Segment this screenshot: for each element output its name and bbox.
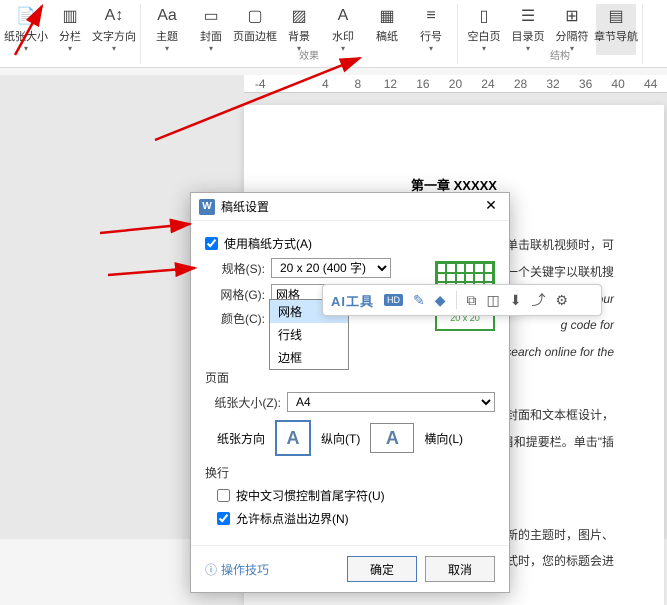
wrap-chk1[interactable] xyxy=(217,489,230,502)
ribbon-writing-paper[interactable]: ▦稿纸 xyxy=(367,4,407,55)
cancel-button[interactable]: 取消 xyxy=(425,556,495,582)
ok-button[interactable]: 确定 xyxy=(347,556,417,582)
orient-portrait[interactable]: A xyxy=(275,420,311,456)
paper-grid-icon: ▦ xyxy=(377,6,397,26)
pencil-icon[interactable]: ✎ xyxy=(413,292,425,309)
image-icon[interactable]: ⧉ xyxy=(467,292,477,309)
spec-label: 规格(S): xyxy=(205,260,265,277)
group-label-struct: 结构 xyxy=(550,47,570,62)
eraser-icon[interactable]: ◆ xyxy=(435,292,446,309)
spec-select[interactable]: 20 x 20 (400 字) xyxy=(271,258,391,278)
papersize-label: 纸张大小(Z): xyxy=(205,394,281,411)
bg-icon: ▨ xyxy=(289,6,309,26)
hd-badge[interactable]: HD xyxy=(384,294,403,306)
border-icon: ▢ xyxy=(245,6,265,26)
ribbon-columns[interactable]: ▥分栏▾ xyxy=(50,4,90,55)
dialog-titlebar[interactable]: W 稿纸设置 ✕ xyxy=(191,193,509,221)
wrap-chk2[interactable] xyxy=(217,512,230,525)
orient-landscape[interactable]: A xyxy=(370,423,414,453)
grid-option-border[interactable]: 边框 xyxy=(270,346,348,369)
writing-paper-dialog: W 稿纸设置 ✕ 使用稿纸方式(A) 规格(S): 20 x 20 (400 字… xyxy=(190,192,510,593)
app-icon: W xyxy=(199,199,215,215)
use-grid-label: 使用稿纸方式(A) xyxy=(224,235,312,252)
toc-icon: ☰ xyxy=(518,6,538,26)
share-icon[interactable]: ⤴ xyxy=(532,290,546,310)
crop-icon[interactable]: ◫ xyxy=(487,292,500,309)
wrap-section-label: 换行 xyxy=(205,464,495,481)
grid-option-line[interactable]: 行线 xyxy=(270,323,348,346)
cover-icon: ▭ xyxy=(201,6,221,26)
ribbon-watermark[interactable]: A水印▾ xyxy=(323,4,363,55)
ribbon-chapter-nav[interactable]: ▤章节导航 xyxy=(596,4,636,55)
theme-icon: Aa xyxy=(157,6,177,26)
floating-toolbar[interactable]: AI工具 HD ✎ ◆ ⧉ ◫ ⬇ ⤴ ⚙ xyxy=(322,284,602,316)
settings-icon[interactable]: ⚙ xyxy=(556,292,569,309)
ribbon-page-border[interactable]: ▢页面边框 xyxy=(235,4,275,55)
dialog-title: 稿纸设置 xyxy=(221,198,481,215)
ai-tools-label[interactable]: AI工具 xyxy=(331,291,374,310)
color-label: 颜色(C): xyxy=(205,310,265,327)
linenum-icon: ≡ xyxy=(421,6,441,26)
ribbon-paper-size[interactable]: 📄纸张大小▾ xyxy=(6,4,46,55)
close-icon[interactable]: ✕ xyxy=(481,197,501,217)
ribbon-cover[interactable]: ▭封面▾ xyxy=(191,4,231,55)
horizontal-ruler[interactable]: -4 4 8 12 16 20 24 28 32 36 40 44 xyxy=(244,75,667,93)
papersize-select[interactable]: A4 xyxy=(287,392,495,412)
ribbon-text-direction[interactable]: A↕文字方向▾ xyxy=(94,4,134,55)
ribbon-line-number[interactable]: ≡行号▾ xyxy=(411,4,451,55)
textdir-icon: A↕ xyxy=(104,6,124,26)
info-icon: ⓘ xyxy=(205,561,217,578)
use-grid-checkbox[interactable] xyxy=(205,237,218,250)
nav-icon: ▤ xyxy=(606,6,626,26)
group-label-effect: 效果 xyxy=(299,47,319,62)
orient-label: 纸张方向 xyxy=(217,430,265,447)
grid-label: 网格(G): xyxy=(205,286,265,303)
page-section-label: 页面 xyxy=(205,369,495,386)
download-icon[interactable]: ⬇ xyxy=(510,292,522,309)
ribbon-blank-page[interactable]: ▯空白页▾ xyxy=(464,4,504,55)
columns-icon: ▥ xyxy=(60,6,80,26)
watermark-icon: A xyxy=(333,6,353,26)
ribbon-toolbar: 📄纸张大小▾ ▥分栏▾ A↕文字方向▾ Aa主题▾ ▭封面▾ ▢页面边框 ▨背景… xyxy=(0,0,667,68)
tips-link[interactable]: ⓘ操作技巧 xyxy=(205,561,269,578)
paper-icon: 📄 xyxy=(16,6,36,26)
sep-icon: ⊞ xyxy=(562,6,582,26)
blank-icon: ▯ xyxy=(474,6,494,26)
ribbon-toc[interactable]: ☰目录页▾ xyxy=(508,4,548,55)
ribbon-theme[interactable]: Aa主题▾ xyxy=(147,4,187,55)
